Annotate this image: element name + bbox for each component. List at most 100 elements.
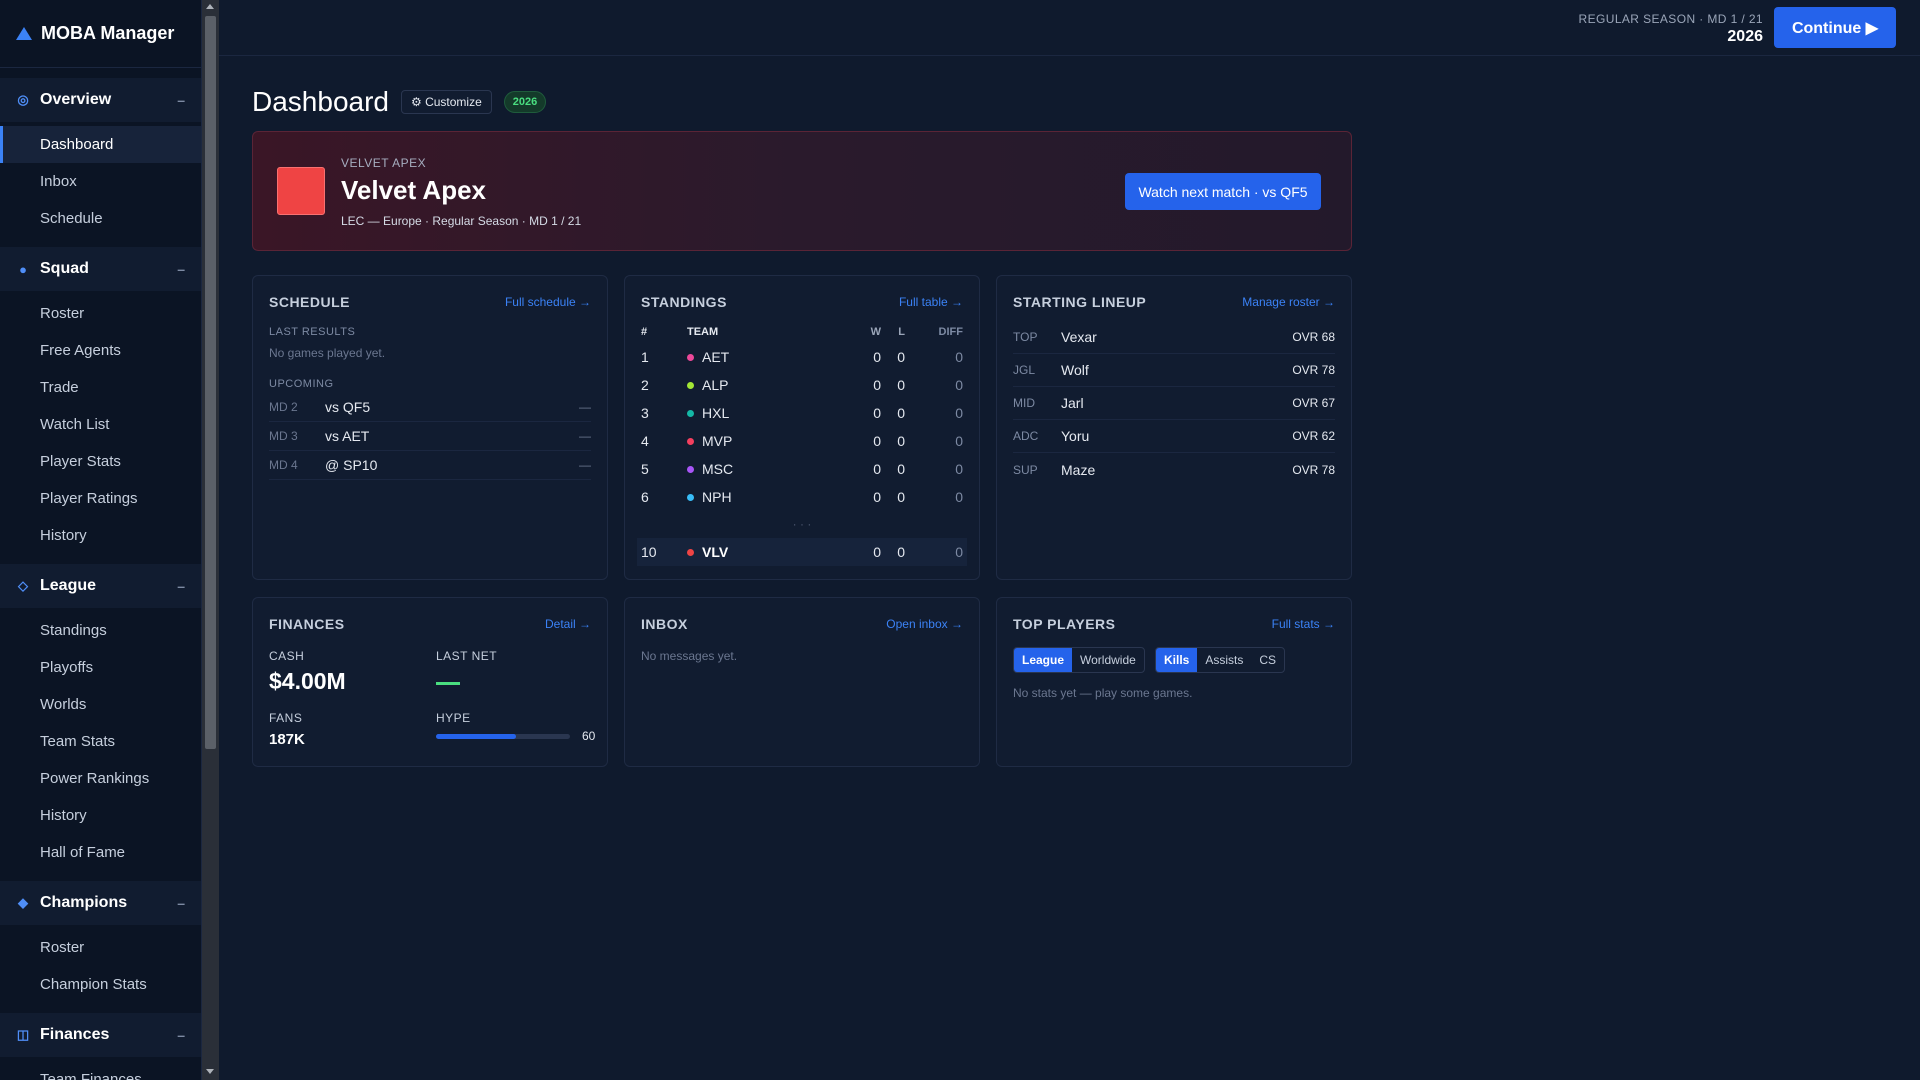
full-stats-link[interactable]: Full stats →: [1272, 617, 1335, 631]
sidebar-item-overview-dashboard[interactable]: Dashboard: [0, 126, 201, 163]
sidebar-item-squad-free-agents[interactable]: Free Agents: [0, 332, 201, 369]
sidebar-item-league-power-rankings[interactable]: Power Rankings: [0, 760, 201, 797]
sidebar-item-league-hall-of-fame[interactable]: Hall of Fame: [0, 834, 201, 871]
my-team-abbr: VLV: [702, 544, 729, 560]
result: —: [579, 458, 591, 472]
lineup-row[interactable]: MID Jarl OVR 67: [1013, 387, 1335, 420]
standings-row[interactable]: 3 HXL 0 0 0: [641, 399, 963, 427]
sidebar-item-squad-player-ratings[interactable]: Player Ratings: [0, 480, 201, 517]
sidebar-item-champions-champion-stats[interactable]: Champion Stats: [0, 966, 201, 1003]
team-abbr: NPH: [702, 489, 732, 505]
sidebar-item-league-standings[interactable]: Standings: [0, 612, 201, 649]
page-title: Dashboard: [252, 86, 389, 117]
lineup-row[interactable]: JGL Wolf OVR 78: [1013, 354, 1335, 387]
no-games-text: No games played yet.: [269, 346, 386, 360]
sidebar-item-overview-inbox[interactable]: Inbox: [0, 163, 201, 200]
collapse-icon[interactable]: –: [177, 578, 185, 594]
diamond-filled-icon: ◆: [18, 895, 28, 910]
open-inbox-link[interactable]: Open inbox →: [886, 617, 963, 631]
full-schedule-link[interactable]: Full schedule →: [505, 295, 591, 309]
topbar: REGULAR SEASON · MD 1 / 21 2026 Continue…: [219, 0, 1920, 56]
scrollbar-thumb[interactable]: [205, 16, 216, 749]
team-cell: MSC: [687, 461, 857, 477]
nav-section-squad[interactable]: ● Squad –: [0, 247, 201, 291]
opponent: vs QF5: [325, 399, 371, 415]
lineup-row[interactable]: TOP Vexar OVR 68: [1013, 321, 1335, 354]
rank: 4: [641, 433, 649, 449]
standings-row[interactable]: 4 MVP 0 0 0: [641, 427, 963, 455]
scope-toggle: League Worldwide: [1013, 647, 1145, 673]
top-players-empty-text: No stats yet — play some games.: [1013, 686, 1193, 700]
collapse-icon[interactable]: –: [177, 895, 185, 911]
losses: 0: [897, 433, 905, 449]
last-net-label: LAST NET: [436, 649, 498, 663]
sidebar-item-squad-player-stats[interactable]: Player Stats: [0, 443, 201, 480]
matchday: MD 3: [269, 429, 298, 443]
player-ovr: OVR 68: [1292, 330, 1335, 344]
manage-roster-link[interactable]: Manage roster →: [1242, 295, 1335, 309]
sidebar-item-league-worlds[interactable]: Worlds: [0, 686, 201, 723]
sidebar-item-squad-history[interactable]: History: [0, 517, 201, 554]
player-ovr: OVR 78: [1292, 462, 1335, 477]
schedule-row[interactable]: MD 3 vs AET —: [269, 422, 591, 451]
position: SUP: [1013, 462, 1038, 477]
losses: 0: [897, 461, 905, 477]
schedule-row[interactable]: MD 4 @ SP10 —: [269, 451, 591, 480]
nav-section-champions[interactable]: ◆ Champions –: [0, 881, 201, 925]
diff: 0: [955, 489, 963, 505]
sidebar-item-squad-roster[interactable]: Roster: [0, 295, 201, 332]
scope-tab-league[interactable]: League: [1014, 648, 1073, 672]
rank-header: #: [641, 326, 648, 338]
continue-button[interactable]: Continue ▶: [1774, 7, 1896, 48]
sidebar-item-league-history[interactable]: History: [0, 797, 201, 834]
my-team-row[interactable]: 10 VLV 0 0 0: [637, 538, 967, 566]
standings-row[interactable]: 5 MSC 0 0 0: [641, 455, 963, 483]
sidebar-item-finances-team-finances[interactable]: Team Finances: [0, 1061, 201, 1080]
customize-button[interactable]: ⚙ Customize: [400, 90, 492, 114]
collapse-icon[interactable]: –: [177, 1027, 185, 1043]
rank: 2: [641, 377, 649, 393]
hype-bar-fill: [436, 734, 517, 739]
team-abbr: MSC: [702, 461, 734, 477]
nav-section-league[interactable]: ◇ League –: [0, 564, 201, 608]
sidebar-item-squad-trade[interactable]: Trade: [0, 369, 201, 406]
brand[interactable]: MOBA Manager: [0, 0, 201, 68]
standings-row[interactable]: 2 ALP 0 0 0: [641, 371, 963, 399]
sidebar-item-overview-schedule[interactable]: Schedule: [0, 200, 201, 237]
nav-section-label: League: [40, 577, 97, 594]
rank: 3: [641, 405, 649, 421]
scroll-up-arrow-icon[interactable]: [206, 4, 214, 9]
standings-row[interactable]: 1 AET 0 0 0: [641, 343, 963, 371]
player-name: Yoru: [1061, 428, 1090, 444]
nav-section-finances[interactable]: ◫ Finances –: [0, 1013, 201, 1057]
lineup-row[interactable]: SUP Maze OVR 78: [1013, 453, 1335, 486]
diff: 0: [955, 377, 963, 393]
my-team-diff: 0: [955, 544, 963, 560]
schedule-row[interactable]: MD 2 vs QF5 —: [269, 393, 591, 422]
nav-section-overview[interactable]: ◎ Overview –: [0, 78, 201, 122]
scope-tab-worldwide[interactable]: Worldwide: [1072, 648, 1144, 672]
standings-title: STANDINGS: [641, 294, 727, 310]
finances-detail-link[interactable]: Detail →: [545, 617, 591, 631]
stat-tab-kills[interactable]: Kills: [1156, 648, 1198, 672]
scroll-down-arrow-icon[interactable]: [206, 1069, 214, 1074]
sidebar-item-squad-watch-list[interactable]: Watch List: [0, 406, 201, 443]
sidebar-item-league-playoffs[interactable]: Playoffs: [0, 649, 201, 686]
collapse-icon[interactable]: –: [177, 261, 185, 277]
sidebar-item-champions-roster[interactable]: Roster: [0, 929, 201, 966]
sidebar-scrollbar[interactable]: [202, 0, 219, 1080]
finances-title: FINANCES: [269, 616, 345, 632]
season-indicator: REGULAR SEASON · MD 1 / 21 2026: [1579, 12, 1763, 46]
standings-ellipsis: · · ·: [792, 517, 812, 531]
player-ovr: OVR 62: [1292, 429, 1335, 443]
collapse-icon[interactable]: –: [177, 92, 185, 108]
lineup-row[interactable]: ADC Yoru OVR 62: [1013, 420, 1335, 453]
sidebar-item-league-team-stats[interactable]: Team Stats: [0, 723, 201, 760]
stat-tab-cs[interactable]: CS: [1251, 648, 1284, 672]
main-content: REGULAR SEASON · MD 1 / 21 2026 Continue…: [219, 0, 1920, 1080]
lineup-title: STARTING LINEUP: [1013, 294, 1147, 310]
watch-next-match-button[interactable]: Watch next match · vs QF5: [1125, 173, 1321, 210]
standings-row[interactable]: 6 NPH 0 0 0: [641, 483, 963, 511]
stat-tab-assists[interactable]: Assists: [1197, 648, 1251, 672]
full-table-link[interactable]: Full table →: [899, 295, 963, 309]
